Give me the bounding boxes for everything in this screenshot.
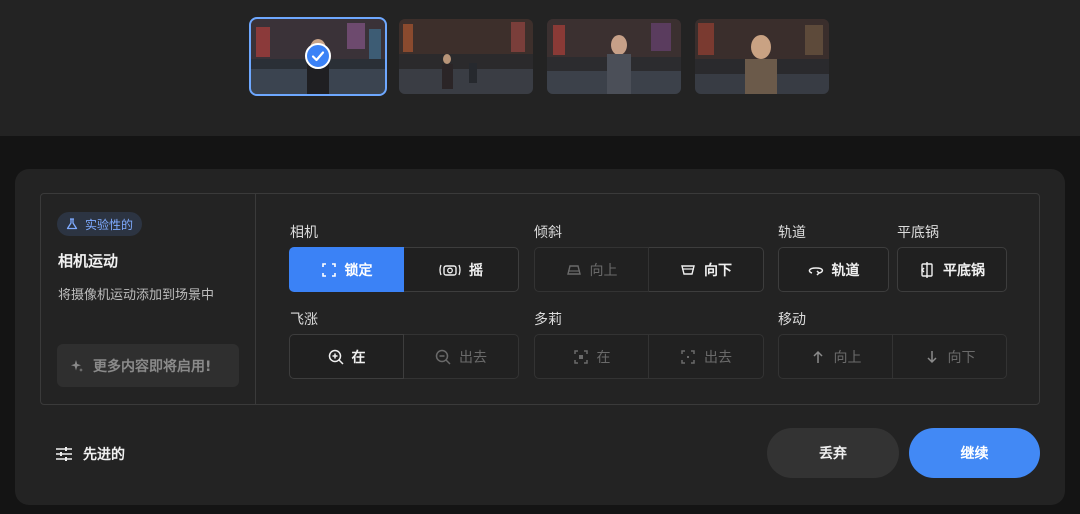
dolly-in-label: 在: [596, 349, 611, 366]
tilt-label: 倾斜: [534, 225, 562, 241]
continue-button[interactable]: 继续: [909, 428, 1040, 478]
coming-soon-box: 更多内容即将启用!: [57, 344, 239, 387]
advanced-toggle[interactable]: 先进的: [55, 444, 125, 464]
orbit-button[interactable]: 轨道: [778, 247, 889, 292]
orbit-label: 轨道: [778, 225, 806, 241]
zoom-label: 飞涨: [290, 312, 318, 328]
shake-button[interactable]: 摇: [404, 247, 519, 292]
move-label: 移动: [778, 312, 806, 328]
dolly-out-button[interactable]: 出去: [649, 334, 764, 379]
camera-shake-icon: [439, 262, 461, 278]
lock-label: 锁定: [344, 262, 373, 279]
options-box: 实验性的 相机运动 将摄像机运动添加到场景中 更多内容即将启用! 相机 倾斜 轨…: [40, 193, 1040, 405]
tilt-up-button[interactable]: 向上: [534, 247, 649, 292]
pan-icon: [919, 261, 935, 278]
move-up-button[interactable]: 向上: [778, 334, 893, 379]
tilt-up-icon: [566, 262, 582, 278]
pan-button[interactable]: 平底锅: [897, 247, 1007, 292]
move-down-button[interactable]: 向下: [893, 334, 1007, 379]
tilt-down-icon: [680, 262, 696, 278]
camera-motion-panel: 实验性的 相机运动 将摄像机运动添加到场景中 更多内容即将启用! 相机 倾斜 轨…: [15, 169, 1065, 505]
zoom-in-button[interactable]: 在: [289, 334, 404, 379]
thumbnail-1[interactable]: [249, 17, 387, 96]
lock-button[interactable]: 锁定: [289, 247, 404, 292]
advanced-label: 先进的: [83, 447, 125, 463]
zoom-out-label: 出去: [459, 349, 487, 366]
dolly-in-icon: [573, 349, 589, 365]
pan-label: 平底锅: [897, 225, 939, 241]
tilt-down-label: 向下: [704, 262, 732, 279]
discard-button[interactable]: 丢弃: [767, 428, 899, 478]
selected-check-icon: [305, 43, 331, 69]
experimental-badge: 实验性的: [57, 212, 143, 236]
panel-description: 将摄像机运动添加到场景中: [58, 288, 215, 303]
thumbnail-strip: [0, 0, 1080, 136]
coming-soon-text: 更多内容即将启用!: [93, 358, 212, 375]
zoom-in-label: 在: [351, 349, 366, 366]
thumbnail-2[interactable]: [399, 19, 533, 94]
zoom-in-icon: [328, 349, 344, 365]
orbit-button-label: 轨道: [831, 262, 860, 279]
pan-button-label: 平底锅: [943, 262, 985, 279]
dolly-out-icon: [680, 349, 696, 365]
move-up-label: 向上: [833, 349, 862, 366]
orbit-icon: [808, 262, 824, 278]
sliders-icon: [55, 445, 73, 463]
camera-label: 相机: [290, 225, 318, 241]
thumbnail-3[interactable]: [547, 19, 681, 94]
dolly-in-button[interactable]: 在: [534, 334, 649, 379]
move-down-label: 向下: [947, 349, 976, 366]
zoom-out-button[interactable]: 出去: [404, 334, 519, 379]
tilt-up-label: 向上: [589, 262, 618, 279]
shake-label: 摇: [469, 262, 483, 279]
arrow-down-icon: [924, 349, 940, 365]
info-column: 实验性的 相机运动 将摄像机运动添加到场景中 更多内容即将启用!: [41, 194, 256, 404]
tilt-down-button[interactable]: 向下: [649, 247, 764, 292]
badge-text: 实验性的: [85, 217, 134, 232]
dolly-label: 多莉: [534, 312, 562, 328]
dolly-out-label: 出去: [704, 349, 732, 366]
panel-title: 相机运动: [58, 252, 119, 270]
arrow-up-icon: [810, 349, 826, 365]
sparkle-icon: [69, 358, 85, 374]
frame-corners-icon: [321, 262, 337, 278]
zoom-out-icon: [435, 349, 451, 365]
flask-icon: [64, 216, 80, 232]
thumbnail-4[interactable]: [695, 19, 829, 94]
